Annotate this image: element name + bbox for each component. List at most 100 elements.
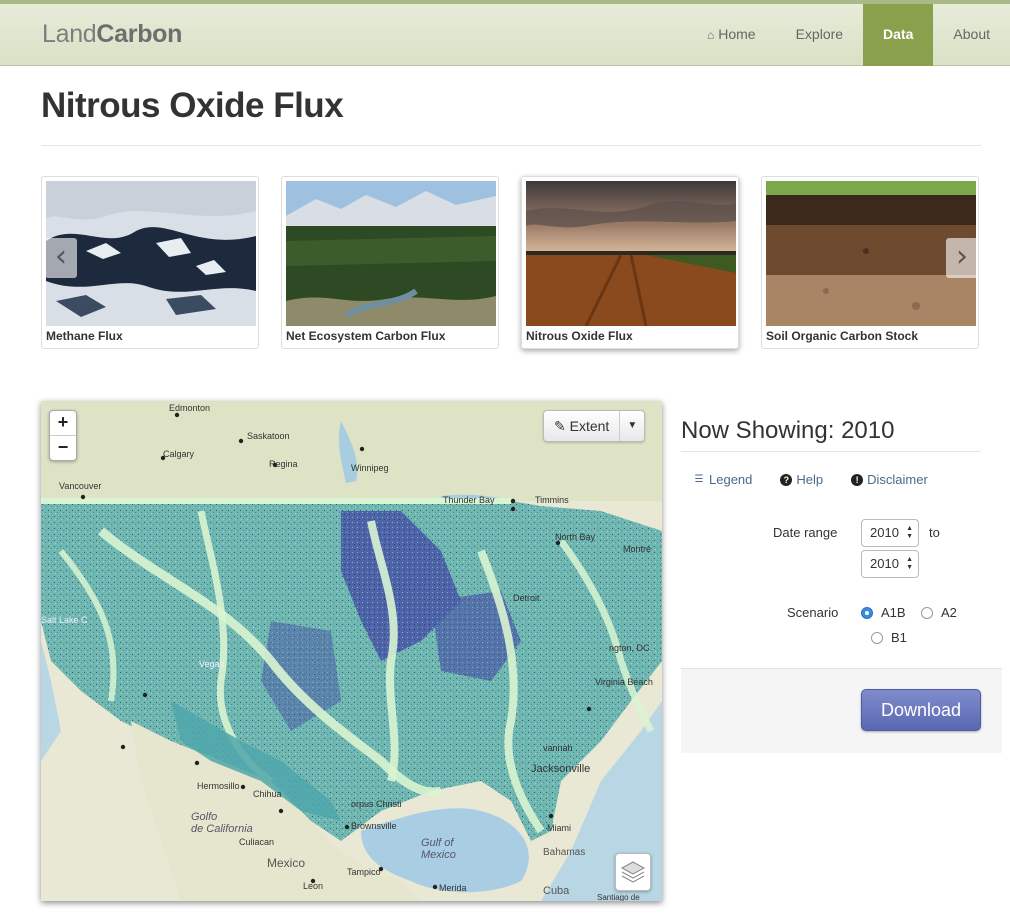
download-button[interactable]: Download <box>861 689 981 731</box>
map-label: Calgary <box>163 449 195 459</box>
carousel-caption: Methane Flux <box>46 329 123 343</box>
radio-icon <box>871 631 883 644</box>
scenario-label: Scenario <box>787 605 839 620</box>
legend-label: Legend <box>709 472 753 487</box>
layers-button[interactable] <box>615 853 651 891</box>
extent-control: ✎ Extent ▼ <box>543 410 646 442</box>
radio-checked-icon <box>861 606 873 619</box>
legend-link[interactable]: ☰ Legend <box>693 472 753 487</box>
map-label: Timmins <box>535 495 569 505</box>
map-label: Merida <box>439 883 467 893</box>
map-label: Montré <box>623 544 652 554</box>
exclamation-circle-icon: ! <box>851 473 864 486</box>
map-label: Bahamas <box>543 847 586 858</box>
caret-down-icon: ▼ <box>627 420 638 431</box>
brand-light: Land <box>42 20 97 48</box>
map-label: Virginia Beach <box>595 677 653 687</box>
carousel-caption: Nitrous Oxide Flux <box>526 329 633 343</box>
nav-home[interactable]: ⌂ Home <box>687 4 776 66</box>
radio-icon <box>921 606 933 619</box>
date-to-value: 2010 <box>870 556 899 571</box>
map-label: Brownsville <box>351 821 397 831</box>
layers-icon <box>620 861 646 883</box>
map-label: Gulf of Mexico <box>421 837 456 861</box>
brand-bold: Carbon <box>96 20 183 48</box>
divider <box>41 145 981 146</box>
zoom-out-button[interactable]: − <box>50 436 76 460</box>
map-label: Regina <box>269 459 298 469</box>
map-label: Miami <box>547 823 571 833</box>
map-label: Leon <box>303 881 324 891</box>
date-from-value: 2010 <box>870 525 899 540</box>
net-ecosystem-image <box>286 181 496 326</box>
home-icon: ⌂ <box>706 28 715 42</box>
nitrous-oxide-image <box>526 181 736 326</box>
brand-logo[interactable]: LandCarbon <box>42 20 182 49</box>
map-label: Vegas <box>199 659 225 669</box>
date-from-select[interactable]: 2010 ▲ ▼ <box>861 519 919 547</box>
help-label: Help <box>796 472 824 487</box>
list-icon: ☰ <box>694 473 704 485</box>
page-title: Nitrous Oxide Flux <box>41 86 344 125</box>
question-circle-icon: ? <box>780 473 793 486</box>
extent-button[interactable]: ✎ Extent <box>544 411 621 441</box>
radio-label: A1B <box>881 605 906 620</box>
map-label: Edmonton <box>169 403 211 413</box>
nav-about[interactable]: About <box>933 4 1010 66</box>
radio-label: B1 <box>891 630 907 645</box>
radio-label: A2 <box>941 605 957 620</box>
map-label: Golfo de California <box>191 811 253 835</box>
date-to-select[interactable]: 2010 ▲ ▼ <box>861 550 919 578</box>
zoom-control: + − <box>49 410 77 461</box>
carousel-caption: Net Ecosystem Carbon Flux <box>286 329 446 343</box>
soil-organic-image <box>766 181 976 326</box>
map-label: Cuba <box>543 885 570 897</box>
map-label: Tampico <box>347 867 381 877</box>
scenario-b1-radio[interactable]: B1 <box>871 630 907 645</box>
now-showing-title: Now Showing: 2010 <box>681 417 895 444</box>
carousel-item-nitrous-oxide[interactable]: Nitrous Oxide Flux <box>521 176 739 349</box>
chevron-left-icon[interactable]: ‹ <box>45 238 77 278</box>
dataset-carousel: Methane Flux Net Ecosystem Carbon Flux N… <box>41 176 981 351</box>
disclaimer-link[interactable]: ! Disclaimer <box>851 472 928 487</box>
top-navbar: LandCarbon ⌂ Home Explore Data About <box>0 0 1010 66</box>
chevron-right-icon[interactable]: › <box>946 238 978 278</box>
extent-label: Extent <box>569 418 610 434</box>
map-label: Winnipeg <box>351 463 389 473</box>
spinner-icon: ▲ ▼ <box>906 556 913 571</box>
map-label: orpus Christi <box>351 799 402 809</box>
map-label: Detroit <box>513 593 540 603</box>
map-label: Salt Lake C <box>41 615 88 625</box>
download-panel: Download <box>681 668 1002 753</box>
map-label: Vancouver <box>59 481 102 491</box>
pencil-icon: ✎ <box>554 418 566 434</box>
to-label: to <box>929 525 940 540</box>
date-range-label: Date range <box>773 525 838 540</box>
map-label: Jacksonville <box>531 763 591 775</box>
map-label: Culiacan <box>239 837 275 847</box>
nav-data[interactable]: Data <box>863 4 934 66</box>
map-label: ngton, DC <box>609 643 650 653</box>
carousel-item-net-ecosystem[interactable]: Net Ecosystem Carbon Flux <box>281 176 499 349</box>
map-label: North Bay <box>555 532 596 542</box>
divider <box>681 451 981 452</box>
nav-explore[interactable]: Explore <box>776 4 863 66</box>
map-label: Mexico <box>267 856 306 870</box>
carousel-caption: Soil Organic Carbon Stock <box>766 329 919 343</box>
scenario-a1b-radio[interactable]: A1B <box>861 605 906 620</box>
scenario-a2-radio[interactable]: A2 <box>921 605 957 620</box>
info-links: ☰ Legend ? Help ! Disclaimer <box>693 472 956 487</box>
map-label: Saskatoon <box>247 431 290 441</box>
spinner-icon: ▲ ▼ <box>906 525 913 540</box>
zoom-in-button[interactable]: + <box>50 411 76 436</box>
map-label: vannah <box>543 743 573 753</box>
map-label: Chihua <box>253 789 282 799</box>
map-label: Thunder Bay <box>443 495 495 505</box>
main-nav: ⌂ Home Explore Data About <box>687 4 1010 66</box>
disclaimer-label: Disclaimer <box>867 472 928 487</box>
map-view[interactable]: Edmonton Calgary Saskatoon Regina Winnip… <box>41 401 662 901</box>
extent-dropdown-button[interactable]: ▼ <box>620 411 644 441</box>
help-link[interactable]: ? Help <box>780 472 823 487</box>
methane-image <box>46 181 256 326</box>
nav-home-label: Home <box>718 26 756 42</box>
